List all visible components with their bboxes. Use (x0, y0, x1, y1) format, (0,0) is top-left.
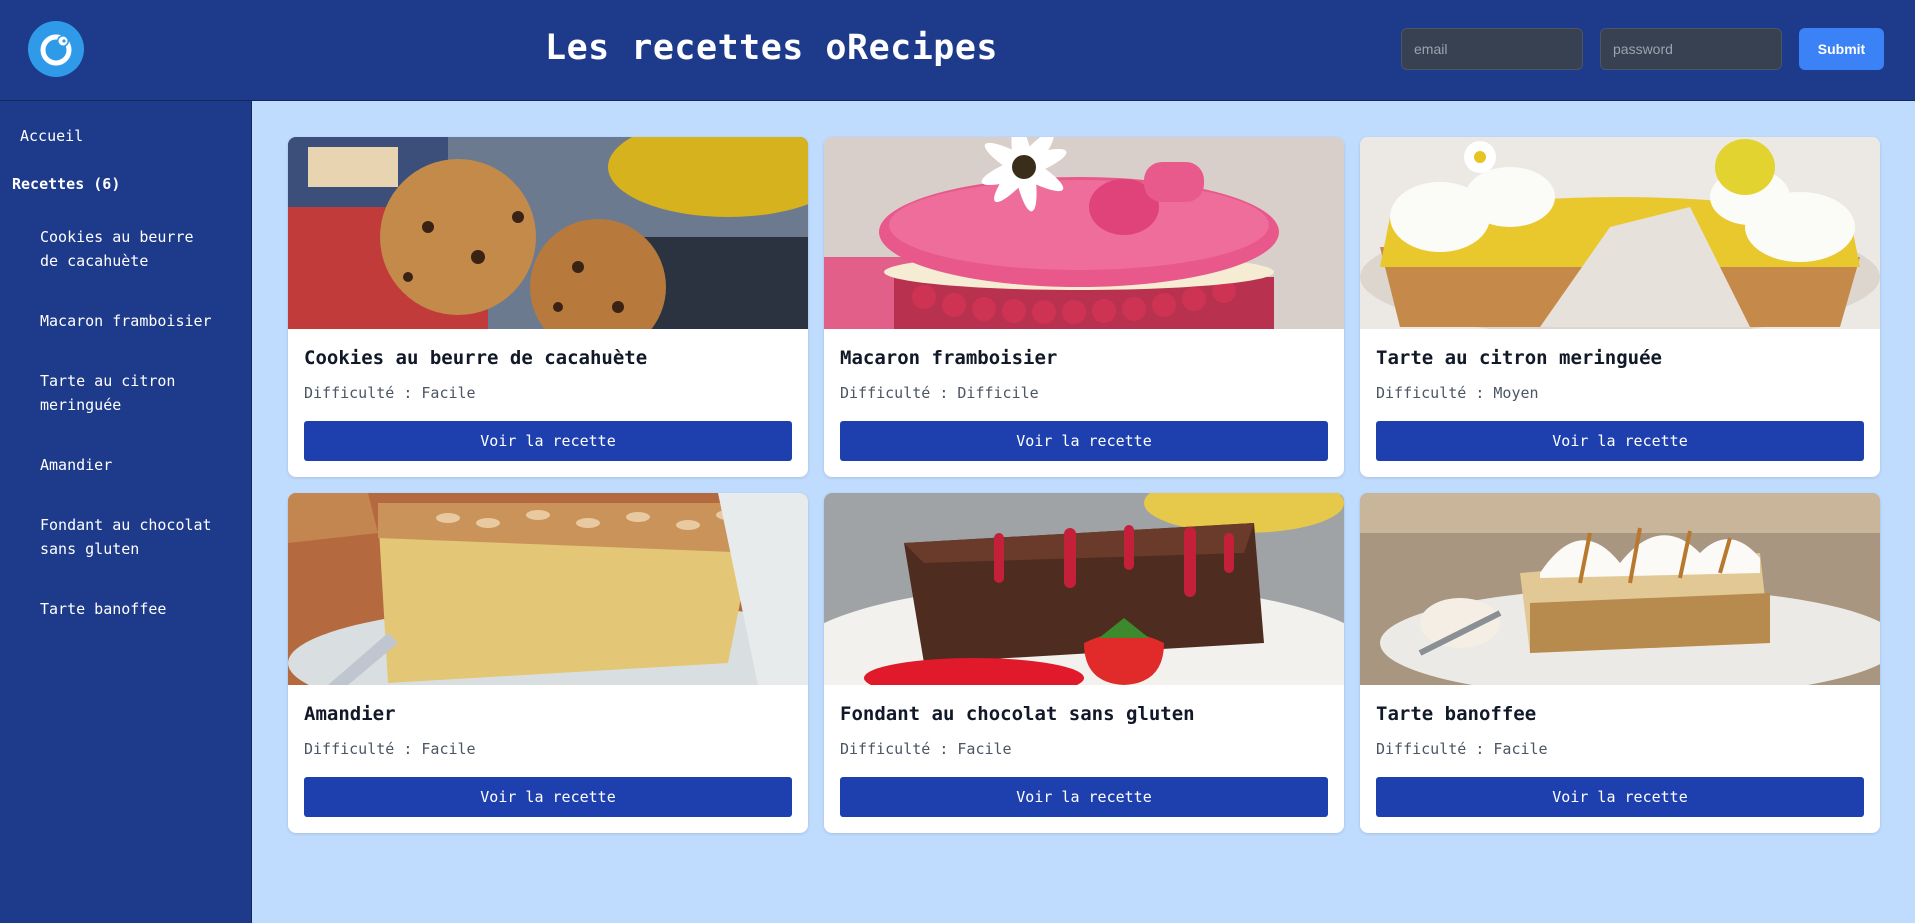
recipe-card: Cookies au beurre de cacahuète Difficult… (288, 137, 808, 477)
sidebar: Accueil Recettes (6) Cookies au beurre d… (0, 101, 252, 923)
sidebar-item-recipe[interactable]: Tarte banoffee (40, 597, 220, 621)
recipe-grid: Cookies au beurre de cacahuète Difficult… (288, 137, 1880, 833)
chocolate-fondant-photo (824, 493, 1344, 685)
recipe-title: Fondant au chocolat sans gluten (840, 703, 1195, 725)
banoffee-photo (1360, 493, 1880, 685)
recipe-card: Fondant au chocolat sans gluten Difficul… (824, 493, 1344, 833)
sidebar-item-home[interactable]: Accueil (20, 127, 83, 145)
sidebar-item-recipe[interactable]: Cookies au beurre de cacahuète (40, 225, 220, 273)
recipe-card: Tarte banoffee Difficulté : Facile Voir … (1360, 493, 1880, 833)
app-header: Les recettes oRecipes Submit (0, 0, 1915, 101)
recipe-difficulty: Difficulté : Facile (840, 740, 1012, 758)
sidebar-item-recipe[interactable]: Fondant au chocolat sans gluten (40, 513, 220, 561)
macaron-photo (824, 137, 1344, 329)
view-recipe-button[interactable]: Voir la recette (840, 777, 1328, 817)
recipe-card: Tarte au citron meringuée Difficulté : M… (1360, 137, 1880, 477)
view-recipe-button[interactable]: Voir la recette (1376, 777, 1864, 817)
page-title: Les recettes oRecipes (545, 28, 999, 68)
login-form: Submit (1401, 28, 1884, 70)
cookies-photo (288, 137, 808, 329)
sidebar-item-recipe[interactable]: Macaron framboisier (40, 309, 220, 333)
recipe-difficulty: Difficulté : Facile (304, 384, 476, 402)
recipe-difficulty: Difficulté : Moyen (1376, 384, 1539, 402)
submit-button[interactable]: Submit (1799, 28, 1884, 70)
view-recipe-button[interactable]: Voir la recette (840, 421, 1328, 461)
recipe-card: Macaron framboisier Difficulté : Diffici… (824, 137, 1344, 477)
recipe-difficulty: Difficulté : Difficile (840, 384, 1039, 402)
almond-cake-photo (288, 493, 808, 685)
sidebar-item-recipe[interactable]: Amandier (40, 453, 220, 477)
email-field[interactable] (1401, 28, 1583, 70)
recipe-difficulty: Difficulté : Facile (1376, 740, 1548, 758)
view-recipe-button[interactable]: Voir la recette (304, 777, 792, 817)
recipe-card: Amandier Difficulté : Facile Voir la rec… (288, 493, 808, 833)
recipe-title: Amandier (304, 703, 396, 725)
sidebar-recipes-heading: Recettes (6) (12, 175, 121, 193)
recipe-difficulty: Difficulté : Facile (304, 740, 476, 758)
recipe-title: Tarte au citron meringuée (1376, 347, 1662, 369)
view-recipe-button[interactable]: Voir la recette (304, 421, 792, 461)
view-recipe-button[interactable]: Voir la recette (1376, 421, 1864, 461)
recipe-title: Macaron framboisier (840, 347, 1058, 369)
sidebar-item-recipe[interactable]: Tarte au citron meringuée (40, 369, 220, 417)
password-field[interactable] (1600, 28, 1782, 70)
sidebar-recipe-list: Cookies au beurre de cacahuète Macaron f… (40, 225, 220, 657)
recipe-title: Tarte banoffee (1376, 703, 1537, 725)
lemon-tart-photo (1360, 137, 1880, 329)
recipe-title: Cookies au beurre de cacahuète (304, 347, 648, 369)
orecipes-logo-icon[interactable] (28, 21, 84, 77)
